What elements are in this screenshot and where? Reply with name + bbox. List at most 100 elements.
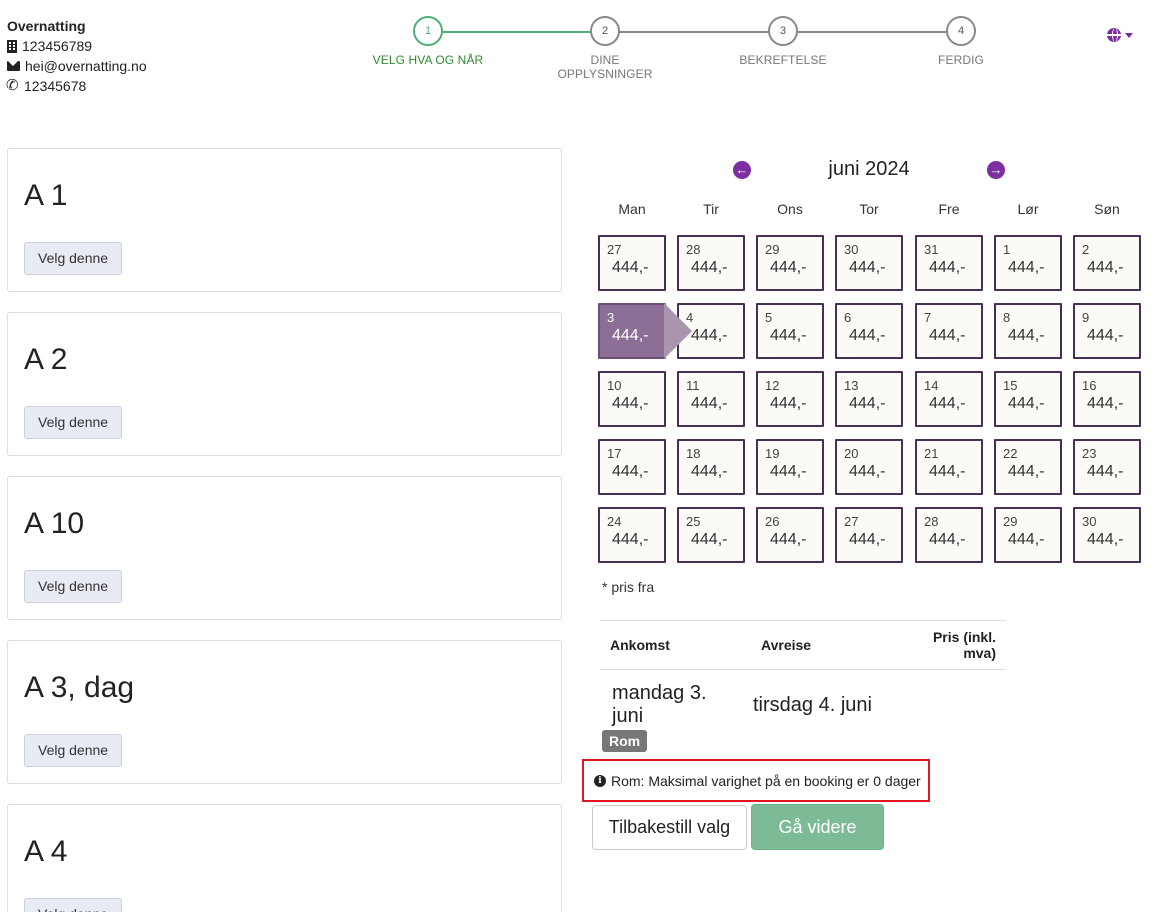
calendar-day[interactable]: 7 444,-	[915, 303, 983, 359]
business-name: Overnatting	[7, 18, 86, 34]
day-number: 18	[686, 446, 701, 461]
calendar-day[interactable]: 29 444,-	[756, 235, 824, 291]
select-room-button[interactable]: Velg denne	[24, 406, 123, 439]
calendar-day[interactable]: 31 444,-	[915, 235, 983, 291]
day-number: 27	[844, 514, 859, 529]
day-number: 25	[686, 514, 701, 529]
day-number: 26	[765, 514, 780, 529]
day-price: 444,-	[1008, 259, 1045, 276]
day-price: 444,-	[691, 395, 728, 412]
org-number: 123456789	[22, 38, 93, 54]
day-price: 444,-	[849, 463, 886, 480]
step-label: BEKREFTELSE	[739, 53, 827, 67]
select-room-button[interactable]: Velg denne	[24, 898, 123, 912]
calendar-day[interactable]: 2 444,-	[1073, 235, 1141, 291]
day-number: 30	[1082, 514, 1097, 529]
day-number: 2	[1082, 242, 1090, 257]
calendar-day[interactable]: 24 444,-	[598, 507, 666, 563]
day-number: 11	[686, 378, 700, 393]
step-label: VELG HVA OG NÅR	[372, 53, 484, 67]
calendar-day[interactable]: 18 444,-	[677, 439, 745, 495]
room-card: A 2 Velg denne	[7, 312, 562, 456]
day-price: 444,-	[770, 531, 807, 548]
globe-icon	[1107, 28, 1121, 42]
calendar-day[interactable]: 11 444,-	[677, 371, 745, 427]
next-month-icon[interactable]: →	[987, 161, 1005, 179]
calendar-day[interactable]: 29 444,-	[994, 507, 1062, 563]
room-card: A 10 Velg denne	[7, 476, 562, 620]
room-name: A 1	[24, 179, 68, 212]
calendar-day[interactable]: 28 444,-	[677, 235, 745, 291]
calendar-day[interactable]: 22 444,-	[994, 439, 1062, 495]
calendar-day[interactable]: 3 444,-	[598, 303, 666, 359]
step-number: 3	[768, 16, 798, 46]
day-price: 444,-	[1087, 531, 1124, 548]
day-number: 13	[844, 378, 859, 393]
calendar-day[interactable]: 21 444,-	[915, 439, 983, 495]
room-name: A 4	[24, 835, 68, 868]
calendar-day[interactable]: 25 444,-	[677, 507, 745, 563]
day-price: 444,-	[929, 327, 966, 344]
weekday-label: Lør	[1017, 201, 1039, 217]
calendar-day[interactable]: 23 444,-	[1073, 439, 1141, 495]
select-room-button[interactable]: Velg denne	[24, 734, 123, 767]
day-number: 21	[924, 446, 939, 461]
day-price: 444,-	[1087, 259, 1124, 276]
calendar-day[interactable]: 27 444,-	[835, 507, 903, 563]
room-name: A 10	[24, 507, 85, 540]
weekday-label: Man	[618, 201, 646, 217]
calendar-day[interactable]: 15 444,-	[994, 371, 1062, 427]
calendar-day[interactable]: 8 444,-	[994, 303, 1062, 359]
calendar-day[interactable]: 30 444,-	[1073, 507, 1141, 563]
calendar-day[interactable]: 20 444,-	[835, 439, 903, 495]
weekday-label: Ons	[777, 201, 803, 217]
calendar-day[interactable]: 16 444,-	[1073, 371, 1141, 427]
calendar-day[interactable]: 6 444,-	[835, 303, 903, 359]
day-price: 444,-	[612, 463, 649, 480]
calendar-day[interactable]: 30 444,-	[835, 235, 903, 291]
day-price: 444,-	[770, 327, 807, 344]
day-price: 444,-	[849, 259, 886, 276]
month-label: juni 2024	[828, 158, 910, 180]
day-number: 29	[765, 242, 780, 257]
calendar-day[interactable]: 10 444,-	[598, 371, 666, 427]
calendar-day[interactable]: 14 444,-	[915, 371, 983, 427]
calendar-day[interactable]: 9 444,-	[1073, 303, 1141, 359]
day-number: 30	[844, 242, 859, 257]
room-card: A 1 Velg denne	[7, 148, 562, 292]
price-note: * pris fra	[602, 579, 655, 595]
room-name: A 3, dag	[24, 671, 135, 704]
phone: 12345678	[24, 78, 87, 94]
step-number: 2	[590, 16, 620, 46]
room-name: A 2	[24, 343, 68, 376]
select-room-button[interactable]: Velg denne	[24, 570, 123, 603]
step-4: 4 FERDIG	[901, 16, 1021, 67]
calendar-day[interactable]: 19 444,-	[756, 439, 824, 495]
info-icon: i	[594, 774, 606, 787]
weekday-label: Fre	[938, 201, 960, 217]
day-price: 444,-	[691, 259, 728, 276]
day-price: 444,-	[929, 395, 966, 412]
calendar-day[interactable]: 1 444,-	[994, 235, 1062, 291]
calendar-nav: ← juni 2024 →	[733, 157, 1005, 183]
phone-row: 12345678	[6, 76, 147, 96]
calendar-day[interactable]: 17 444,-	[598, 439, 666, 495]
calendar-day[interactable]: 13 444,-	[835, 371, 903, 427]
select-room-button[interactable]: Velg denne	[24, 242, 123, 275]
calendar-day[interactable]: 27 444,-	[598, 235, 666, 291]
max-duration-alert: i Rom: Maksimal varighet på en booking e…	[582, 759, 930, 802]
day-number: 29	[1003, 514, 1018, 529]
language-selector[interactable]	[1107, 28, 1133, 42]
calendar-day[interactable]: 28 444,-	[915, 507, 983, 563]
calendar-day[interactable]: 5 444,-	[756, 303, 824, 359]
day-number: 1	[1003, 242, 1011, 257]
next-button[interactable]: Gå videre 🡒	[751, 804, 884, 881]
day-price: 444,-	[929, 259, 966, 276]
reset-button[interactable]: Tilbakestill valg	[592, 805, 747, 850]
day-price: 444,-	[612, 259, 649, 276]
booking-summary: Ankomst Avreise Pris (inkl. mva) mandag …	[600, 620, 1006, 740]
calendar-day[interactable]: 12 444,-	[756, 371, 824, 427]
day-number: 7	[924, 310, 932, 325]
calendar-day[interactable]: 26 444,-	[756, 507, 824, 563]
next-button-label: Gå videre	[778, 817, 857, 837]
